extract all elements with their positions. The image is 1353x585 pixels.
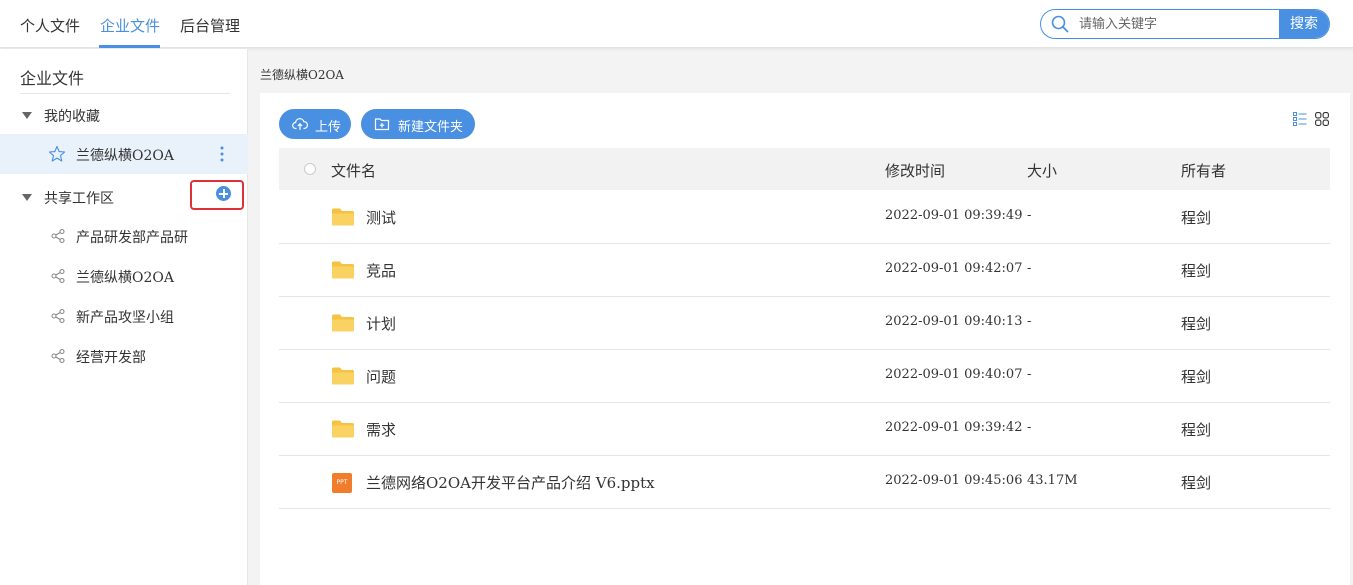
folder-icon bbox=[332, 420, 354, 438]
file-size: - bbox=[1027, 367, 1032, 382]
caret-down-icon bbox=[22, 193, 32, 201]
table-row[interactable]: 竞品 2022-09-01 09:42:07 - 程剑 bbox=[279, 244, 1330, 297]
file-panel: 上传 新建文件夹 文件名 修改时间 大小 所有者 测试 2022-09-01 0… bbox=[260, 93, 1350, 585]
favorite-item-landezongheng[interactable]: 兰德纵横O2OA bbox=[0, 134, 248, 174]
modified-time: 2022-09-01 09:39:42 bbox=[885, 420, 1023, 435]
tab-personal-files[interactable]: 个人文件 bbox=[20, 15, 80, 36]
more-vertical-icon[interactable] bbox=[216, 144, 228, 164]
file-size: - bbox=[1027, 420, 1032, 435]
folder-icon bbox=[332, 261, 354, 279]
file-size: - bbox=[1027, 208, 1032, 223]
tab-admin[interactable]: 后台管理 bbox=[180, 15, 240, 36]
caret-down-icon bbox=[22, 111, 32, 119]
grid-view-icon[interactable] bbox=[1315, 112, 1329, 126]
favorites-group-header[interactable]: 我的收藏 bbox=[22, 106, 100, 126]
search-input[interactable] bbox=[1079, 10, 1279, 38]
star-icon bbox=[48, 145, 66, 162]
folder-plus-icon bbox=[374, 118, 390, 131]
shared-item[interactable]: 产品研发部产品研 bbox=[0, 218, 248, 254]
table-row[interactable]: 问题 2022-09-01 09:40:07 - 程剑 bbox=[279, 350, 1330, 403]
file-name: 兰德网络O2OA开发平台产品介绍 V6.pptx bbox=[366, 474, 655, 492]
search-button[interactable]: 搜索 bbox=[1279, 10, 1329, 38]
share-icon bbox=[51, 308, 65, 324]
favorites-group-label: 我的收藏 bbox=[44, 109, 100, 125]
share-icon bbox=[51, 268, 65, 284]
file-size: 43.17M bbox=[1027, 473, 1078, 488]
file-name: 竞品 bbox=[366, 262, 397, 280]
shared-group-header[interactable]: 共享工作区 bbox=[22, 188, 114, 208]
shared-item-label: 兰德纵横O2OA bbox=[76, 270, 174, 286]
search-icon bbox=[1051, 15, 1069, 33]
upload-label: 上传 bbox=[315, 120, 342, 135]
shared-item-label: 产品研发部产品研 bbox=[76, 230, 188, 246]
add-workspace-icon[interactable] bbox=[216, 186, 231, 201]
modified-time: 2022-09-01 09:42:07 bbox=[885, 261, 1023, 276]
select-all-radio[interactable] bbox=[304, 163, 316, 175]
tab-enterprise-files[interactable]: 企业文件 bbox=[100, 15, 160, 36]
shared-item-label: 经营开发部 bbox=[76, 350, 146, 366]
ppt-file-icon: PPT bbox=[332, 473, 352, 493]
owner: 程剑 bbox=[1181, 262, 1212, 280]
share-icon bbox=[51, 228, 65, 244]
modified-time: 2022-09-01 09:40:13 bbox=[885, 314, 1023, 329]
share-icon bbox=[51, 348, 65, 364]
folder-icon bbox=[332, 367, 354, 385]
owner: 程剑 bbox=[1181, 315, 1212, 333]
modified-time: 2022-09-01 09:40:07 bbox=[885, 367, 1023, 382]
modified-time: 2022-09-01 09:45:06 bbox=[885, 473, 1023, 488]
upload-button[interactable]: 上传 bbox=[279, 109, 351, 139]
column-header-owner[interactable]: 所有者 bbox=[1181, 160, 1226, 181]
owner: 程剑 bbox=[1181, 209, 1212, 227]
search-box: 搜索 bbox=[1040, 9, 1330, 39]
owner: 程剑 bbox=[1181, 421, 1212, 439]
shared-item[interactable]: 经营开发部 bbox=[0, 338, 248, 374]
new-folder-button[interactable]: 新建文件夹 bbox=[361, 109, 475, 139]
owner: 程剑 bbox=[1181, 368, 1212, 386]
file-name: 计划 bbox=[366, 315, 397, 333]
file-size: - bbox=[1027, 314, 1032, 329]
file-name: 测试 bbox=[366, 209, 397, 227]
modified-time: 2022-09-01 09:39:49 bbox=[885, 208, 1023, 223]
file-name: 问题 bbox=[366, 368, 397, 386]
new-folder-label: 新建文件夹 bbox=[398, 120, 464, 135]
shared-item[interactable]: 新产品攻坚小组 bbox=[0, 298, 248, 334]
favorite-item-label: 兰德纵横O2OA bbox=[76, 148, 174, 164]
folder-icon bbox=[332, 208, 354, 226]
cloud-upload-icon bbox=[292, 118, 308, 130]
shared-item[interactable]: 兰德纵横O2OA bbox=[0, 258, 248, 294]
top-bar: 个人文件 企业文件 后台管理 搜索 bbox=[0, 0, 1353, 48]
active-tab-indicator bbox=[99, 45, 160, 48]
breadcrumb[interactable]: 兰德纵横O2OA bbox=[260, 66, 344, 83]
shared-item-label: 新产品攻坚小组 bbox=[76, 310, 174, 326]
shared-group-label: 共享工作区 bbox=[44, 191, 114, 207]
table-header: 文件名 修改时间 大小 所有者 bbox=[279, 148, 1330, 190]
sidebar-title: 企业文件 bbox=[20, 69, 85, 88]
column-header-size[interactable]: 大小 bbox=[1027, 160, 1057, 181]
owner: 程剑 bbox=[1181, 474, 1212, 492]
folder-icon bbox=[332, 314, 354, 332]
table-row[interactable]: PPT 兰德网络O2OA开发平台产品介绍 V6.pptx 2022-09-01 … bbox=[279, 456, 1330, 509]
table-row[interactable]: 测试 2022-09-01 09:39:49 - 程剑 bbox=[279, 191, 1330, 244]
column-header-modified[interactable]: 修改时间 bbox=[885, 160, 945, 181]
table-row[interactable]: 需求 2022-09-01 09:39:42 - 程剑 bbox=[279, 403, 1330, 456]
file-size: - bbox=[1027, 261, 1032, 276]
sidebar-divider bbox=[20, 93, 230, 94]
column-header-name[interactable]: 文件名 bbox=[331, 160, 376, 181]
table-row[interactable]: 计划 2022-09-01 09:40:13 - 程剑 bbox=[279, 297, 1330, 350]
sidebar: 企业文件 我的收藏 兰德纵横O2OA 共享工作区 产品研发部产品研 兰德纵横O2… bbox=[0, 49, 248, 585]
list-view-icon[interactable] bbox=[1293, 112, 1307, 126]
file-name: 需求 bbox=[366, 421, 397, 439]
